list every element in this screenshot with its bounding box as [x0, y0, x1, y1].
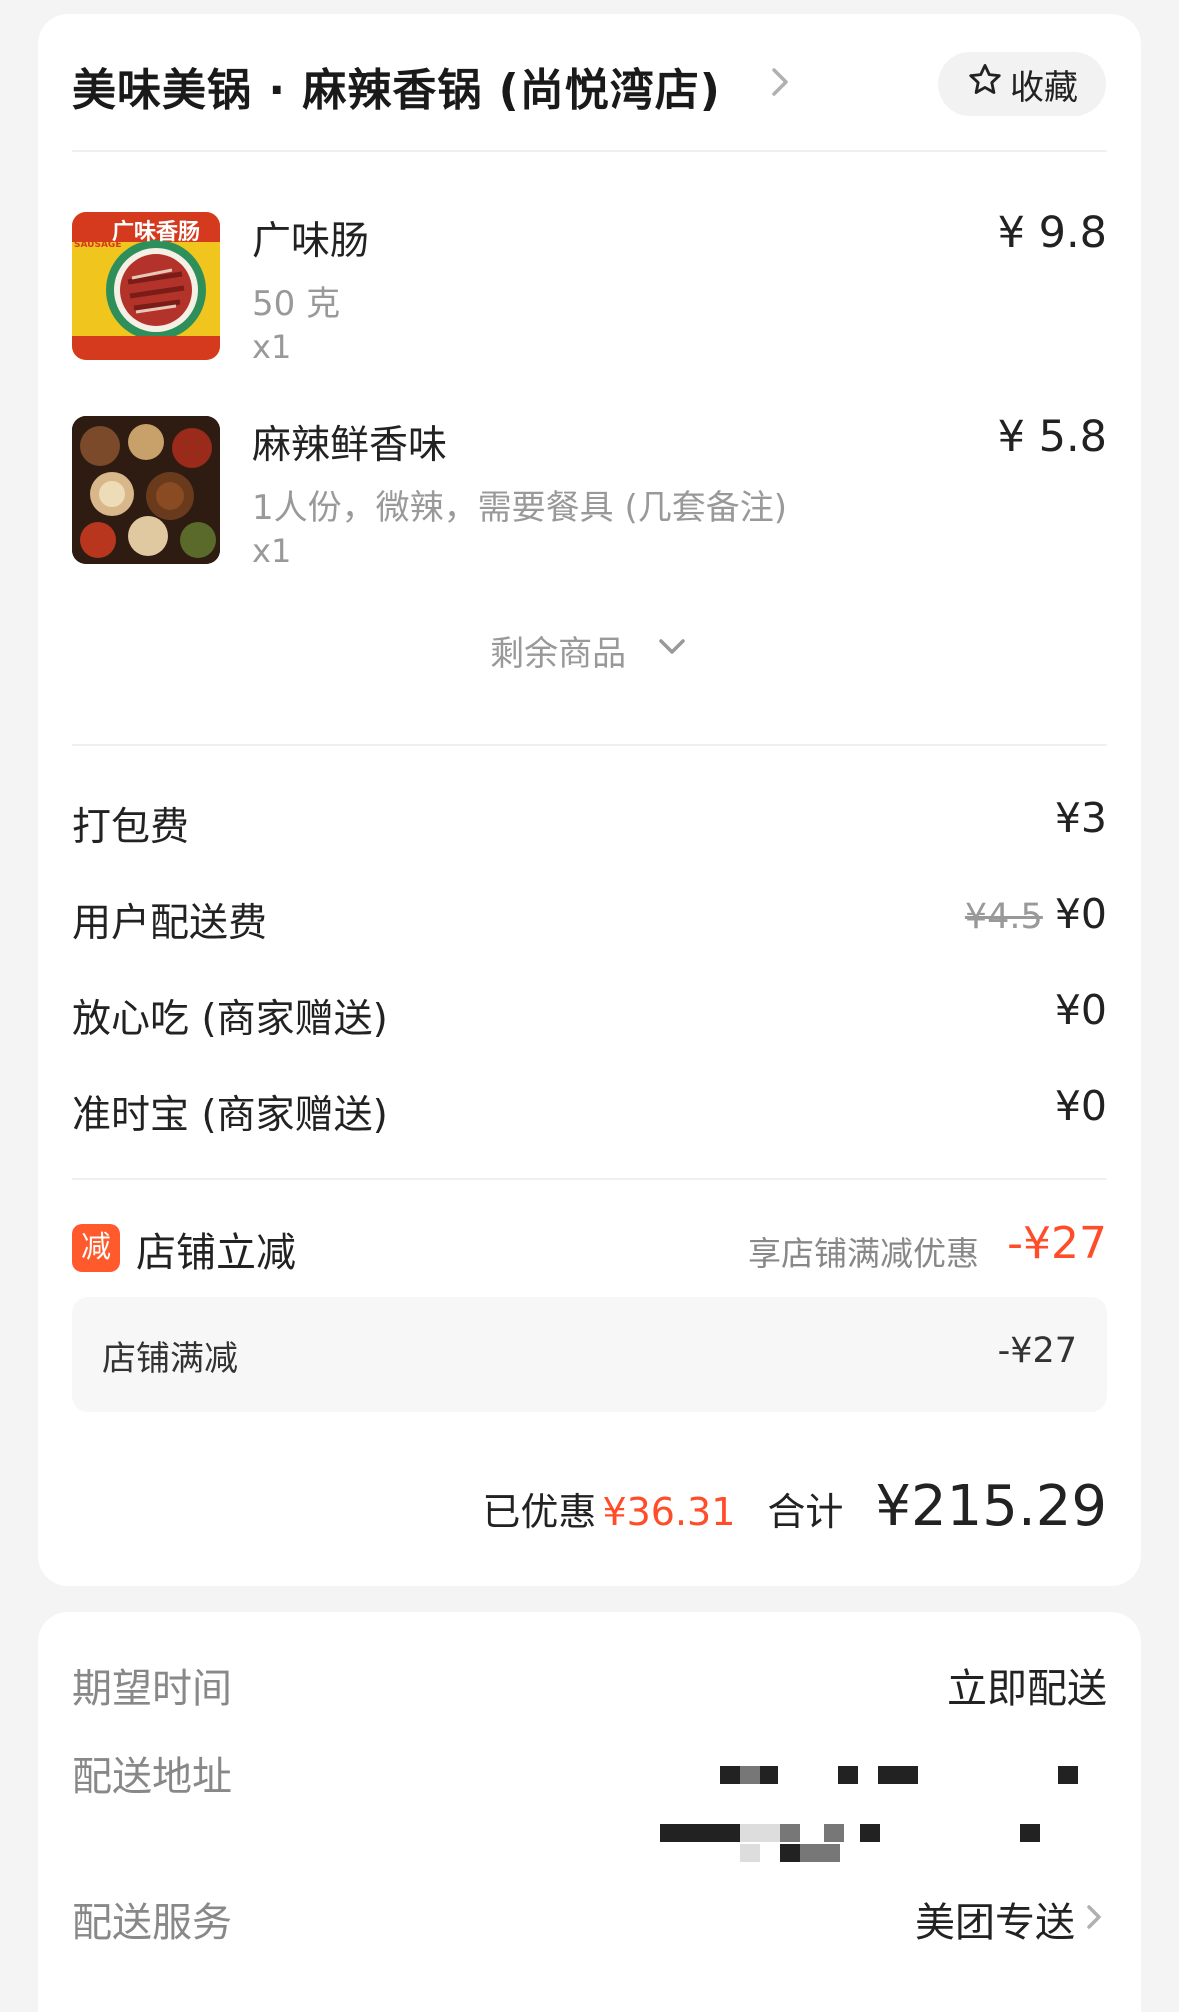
saved-value: ¥36.31	[602, 1490, 736, 1534]
favorite-button[interactable]: 收藏	[938, 52, 1106, 116]
more-items-toggle[interactable]: 剩余商品	[38, 626, 1141, 675]
item-qty: x1	[252, 328, 292, 366]
item-thumbnail-spices[interactable]	[72, 416, 220, 564]
fee-value-packing: ¥3	[1054, 794, 1107, 842]
promo-subtitle: 享店铺满减优惠	[748, 1234, 979, 1273]
total-value: ¥215.29	[875, 1474, 1107, 1539]
promo-title: 店铺立减	[136, 1230, 296, 1276]
order-total-row: 已优惠 ¥36.31 合计 ¥215.29	[482, 1474, 1107, 1539]
delivery-service-label: 配送服务	[72, 1900, 232, 1946]
star-icon	[966, 61, 1004, 108]
expected-time-label: 期望时间	[72, 1666, 232, 1712]
fee-label-delivery: 用户配送费	[72, 901, 268, 946]
store-title[interactable]: 美味美锅 · 麻辣香锅 (尚悦湾店)	[72, 54, 721, 118]
item-spec: 50 克	[252, 284, 341, 324]
original-delivery-fee: ¥4.5	[964, 897, 1043, 937]
divider	[72, 150, 1107, 152]
more-items-label: 剩余商品	[490, 634, 627, 674]
delivery-service-value: 美团专送	[915, 1900, 1075, 1946]
delivery-info-card: 期望时间 立即配送 配送地址 配送服务 美团专送	[38, 1612, 1141, 2012]
divider	[72, 1178, 1107, 1180]
item-price: ¥ 5.8	[997, 412, 1107, 462]
fee-label-safe-eat[interactable]: 放心吃 (商家赠送)	[72, 988, 388, 1044]
item-name: 麻辣鲜香味	[252, 423, 448, 468]
item-qty: x1	[252, 532, 292, 570]
delivery-service-selector[interactable]: 美团专送	[915, 1890, 1107, 1948]
chevron-right-icon[interactable]	[766, 62, 796, 102]
fee-label-on-time[interactable]: 准时宝 (商家赠送)	[72, 1084, 388, 1140]
item-thumbnail-sausage[interactable]: 广味香肠 WIDE FLAVOR SAUSAGE	[72, 212, 220, 360]
item-spec: 1人份，微辣，需要餐具 (几套备注)	[252, 488, 787, 528]
fee-value-delivery: ¥4.5 ¥0	[965, 890, 1107, 938]
chevron-down-icon	[655, 629, 689, 672]
promo-detail-label: 店铺满减	[102, 1339, 238, 1379]
thumbnail-text: 广味香肠	[112, 220, 201, 245]
divider	[72, 744, 1107, 746]
address-label: 配送地址	[72, 1754, 232, 1800]
promo-detail-value: -¥27	[997, 1331, 1077, 1371]
discount-badge-icon: 减	[72, 1224, 120, 1272]
item-name: 广味肠	[252, 219, 370, 264]
order-summary-card: 美味美锅 · 麻辣香锅 (尚悦湾店) 收藏 广味香肠 WIDE FLAVOR S…	[38, 14, 1141, 1586]
fee-label-packing: 打包费	[72, 805, 190, 850]
total-label: 合计	[767, 1490, 844, 1534]
chevron-right-icon	[1083, 1899, 1107, 1939]
fee-value-safe-eat: ¥0	[1054, 986, 1107, 1034]
promo-detail-box: 店铺满减 -¥27	[72, 1297, 1107, 1412]
favorite-label: 收藏	[1010, 67, 1078, 108]
fee-value-on-time: ¥0	[1054, 1082, 1107, 1130]
saved-label: 已优惠	[482, 1490, 597, 1534]
promo-amount: -¥27	[1007, 1218, 1107, 1269]
item-price: ¥ 9.8	[997, 208, 1107, 258]
redacted-address[interactable]	[638, 1762, 1108, 1872]
expected-time-value[interactable]: 立即配送	[947, 1656, 1107, 1714]
thumbnail-side-text: WIDE FLAVOR SAUSAGE	[74, 220, 122, 250]
delivery-fee-value: ¥0	[1054, 890, 1107, 938]
